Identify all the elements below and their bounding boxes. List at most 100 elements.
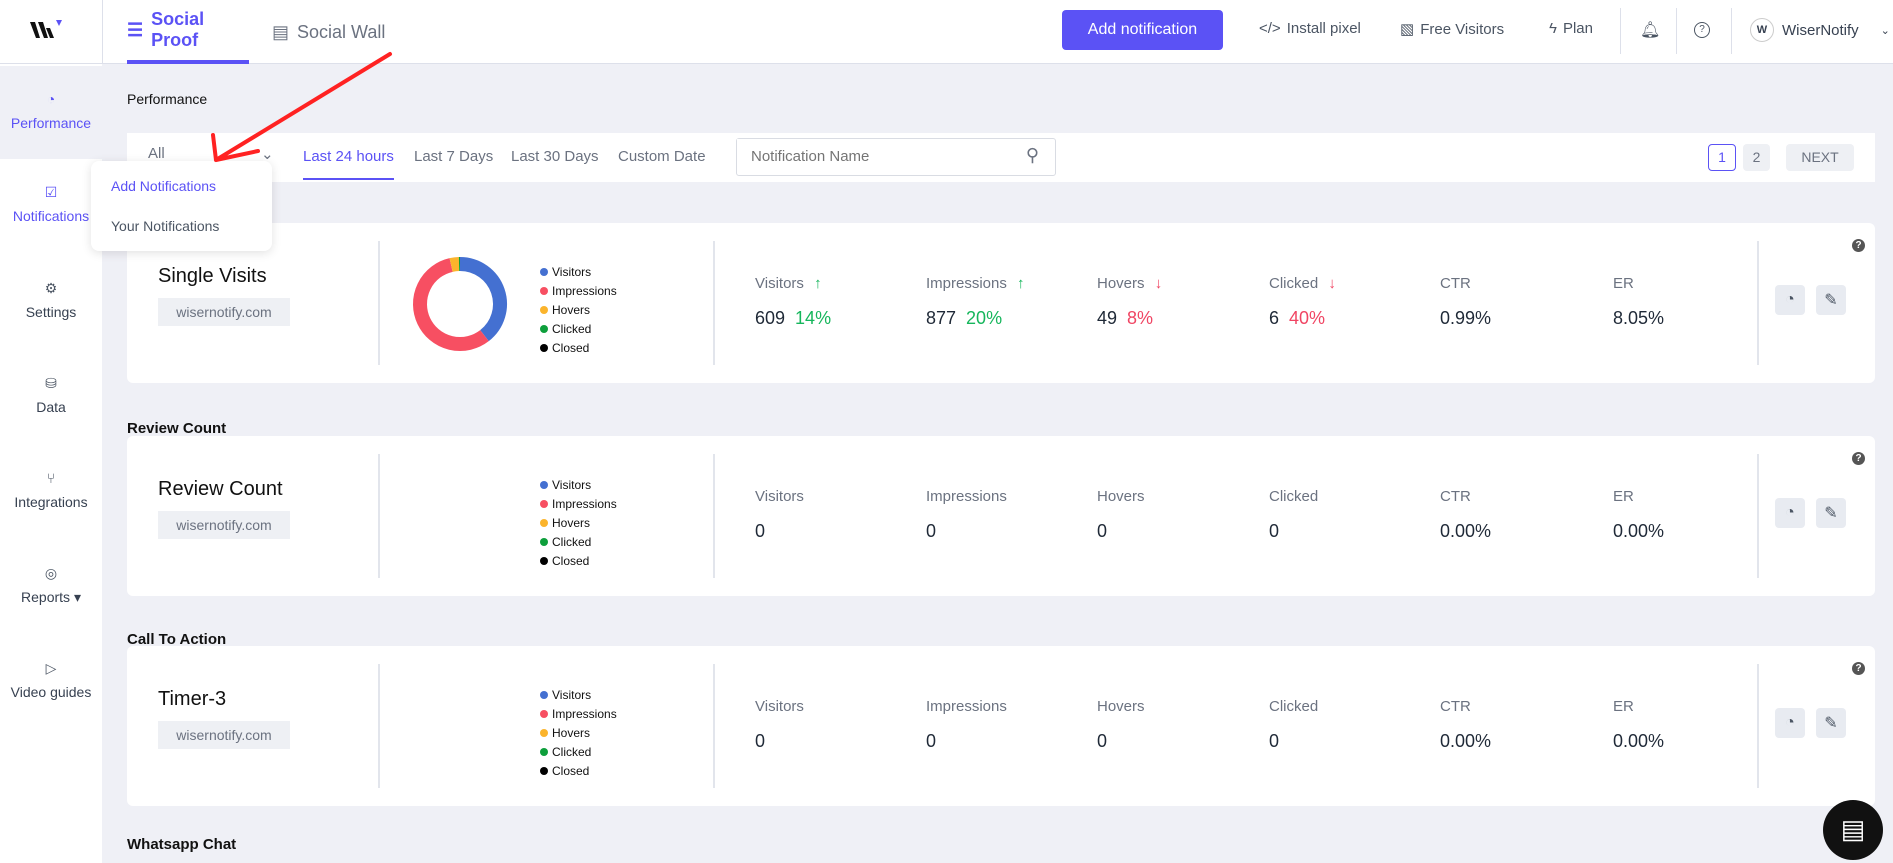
section-title: Review Count [127,420,227,437]
domain-badge: wisernotify.com [158,721,290,749]
range-last-7-days[interactable]: Last 7 Days [414,148,493,165]
database-icon: ⛁ [45,375,57,391]
next-page-button[interactable]: NEXT [1786,144,1854,171]
sidebar-item-data[interactable]: ⛁ Data [0,375,102,415]
tab-social-proof[interactable]: ☰ Social Proof [127,0,249,64]
metric-label: Impressions [926,488,1007,505]
menu-item-add-notifications[interactable]: Add Notifications [111,178,216,194]
metric-label: Visitors ↑ [755,275,822,292]
sidebar-item-integrations[interactable]: ⑂ Integrations [0,470,102,510]
pie-chart-icon: ◔ [1785,291,1795,308]
arrow-down-icon: ↓ [1328,275,1336,292]
chart-legend: Visitors Impressions Hovers Clicked Closed [540,686,617,781]
metric-value: 0.99% [1440,308,1492,328]
help-icon[interactable]: ? [1852,452,1865,465]
metric-label: ER [1613,275,1634,292]
legend-dot [540,710,548,718]
card-title: Review Count [158,478,283,500]
donut-slice-hovers [449,257,460,272]
card-title: Single Visits [158,265,267,287]
metric-label: CTR [1440,488,1471,505]
edit-button[interactable]: ✎ [1816,708,1846,738]
legend-dot [540,325,548,333]
legend-dot [540,500,548,508]
install-pixel-link[interactable]: </> Install pixel [1259,20,1361,37]
legend-item: Hovers [540,514,617,533]
metric-value: 0.00% [1440,521,1492,541]
metric-label: Impressions ↑ [926,275,1025,292]
add-notification-button[interactable]: Add notification [1062,10,1223,50]
range-custom-date[interactable]: Custom Date [618,148,706,165]
metric-value: 0 [1269,731,1280,751]
type-select[interactable]: All ⌄ [148,145,274,163]
sidebar-item-notifications[interactable]: ☑ Notifications [0,184,102,224]
legend-dot [540,519,548,527]
analytics-button[interactable]: ◔ [1775,708,1805,738]
gear-icon: ⚙ [44,280,58,296]
sidebar: ◔ Performance ☑ Notifications ⚙ Settings ⛁ D… [0,64,102,863]
metric-label: Clicked ↓ [1269,275,1336,292]
edit-icon: ✎ [1824,292,1838,309]
help-icon[interactable]: ? [1694,22,1710,38]
help-icon[interactable]: ? [1852,662,1865,675]
legend-item: Closed [540,762,617,781]
sidebar-item-performance[interactable]: ◔ Performance [0,66,102,159]
tab-social-wall[interactable]: ▤ Social Wall [272,0,385,64]
metric-value: 0 [1269,521,1280,541]
metric-label: Clicked [1269,488,1319,505]
legend-item: Clicked [540,743,617,762]
metric-value: 0 [1097,521,1108,541]
avatar: W [1750,18,1774,42]
search-icon[interactable]: ⚲ [1026,145,1039,166]
wisernotify-logo[interactable] [28,18,64,47]
legend-item: Closed [540,339,617,358]
edit-button[interactable]: ✎ [1816,498,1846,528]
play-icon: ▷ [45,660,57,676]
sidebar-item-reports[interactable]: ◎ Reports ▾ [0,565,102,606]
free-visitors-link[interactable]: ▧ Free Visitors [1400,20,1504,39]
metric-value: 0 [1097,731,1108,751]
metric-label: ER [1613,698,1634,715]
metric-label: CTR [1440,275,1471,292]
bell-icon[interactable]: 🔔︎ [1640,20,1660,40]
card-title: Timer-3 [158,688,227,710]
domain-badge: wisernotify.com [158,511,290,539]
donut-slice-impressions [413,258,489,351]
sidebar-item-settings[interactable]: ⚙ Settings [0,280,102,320]
chat-icon: ▤ [1840,814,1866,844]
menu-item-your-notifications[interactable]: Your Notifications [111,218,219,234]
metric-value: 0.00% [1440,731,1492,751]
page-2-button[interactable]: 2 [1743,144,1770,171]
page-1-button[interactable]: 1 [1708,144,1736,171]
help-icon[interactable]: ? [1852,239,1865,252]
notifications-submenu: Add Notifications Your Notifications [91,161,272,251]
sidebar-item-video-guides[interactable]: ▷ Video guides [0,660,102,700]
notification-card: Timer-3 wisernotify.com Visitors Impressi… [127,646,1875,806]
account-menu[interactable]: W WiserNotify ⌄ [1750,18,1890,42]
edit-button[interactable]: ✎ [1816,285,1846,315]
chevron-down-icon: ⌄ [1880,24,1890,37]
code-icon: </> [1259,20,1281,37]
arrow-down-icon: ↓ [1154,275,1163,292]
metric-label: Hovers [1097,488,1145,505]
donut-slice-visitors [459,257,507,342]
range-last-30-days[interactable]: Last 30 Days [511,148,599,165]
legend-item: Clicked [540,320,617,339]
analytics-button[interactable]: ◔ [1775,285,1805,315]
search-input[interactable] [737,139,997,173]
metric-value: 0.00% [1613,731,1665,751]
bolt-icon: ϟ [1549,20,1557,37]
metric-value: 609 14% [755,308,832,328]
metric-value: 0.00% [1613,521,1665,541]
legend-dot [540,748,548,756]
donut-chart [413,257,507,351]
analytics-button[interactable]: ◔ [1775,498,1805,528]
legend-item: Clicked [540,533,617,552]
arrow-up-icon: ↑ [814,275,822,292]
notification-search[interactable]: ⚲ [736,138,1056,176]
range-last-24-hours[interactable]: Last 24 hours [303,148,394,180]
arrow-up-icon: ↑ [1017,275,1025,292]
chat-widget-button[interactable]: ▤ [1823,800,1883,860]
metric-label: CTR [1440,698,1471,715]
plan-link[interactable]: ϟ Plan [1549,20,1593,37]
